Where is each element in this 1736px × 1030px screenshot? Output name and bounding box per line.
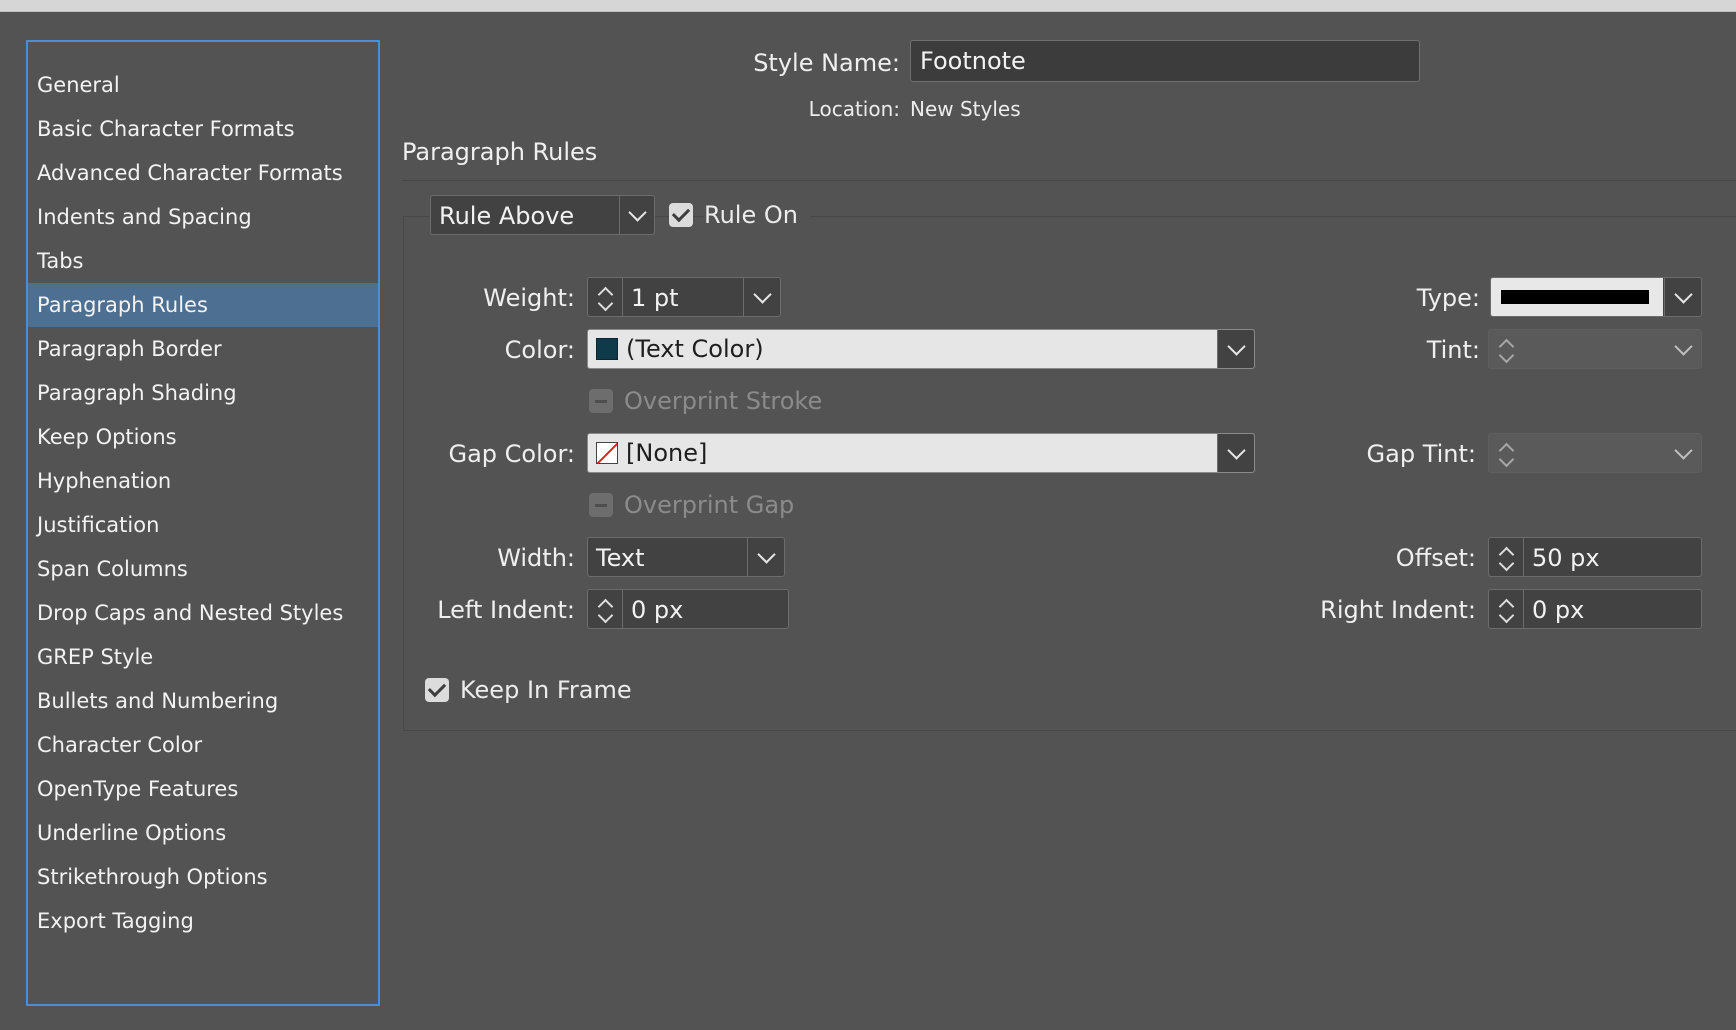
chevron-down-icon[interactable] (1217, 330, 1254, 368)
sidebar-item-strikethrough-options[interactable]: Strikethrough Options (28, 855, 378, 899)
width-label: Width: (497, 544, 575, 572)
left-indent-field[interactable]: 0 px (587, 589, 789, 629)
style-name-label: Style Name: (753, 49, 900, 77)
sidebar-item-tabs[interactable]: Tabs (28, 239, 378, 283)
dash-icon (595, 503, 607, 507)
category-list[interactable]: General Basic Character Formats Advanced… (26, 40, 380, 1006)
sidebar-item-general[interactable]: General (28, 63, 378, 107)
color-swatch-icon (596, 338, 618, 360)
width-select[interactable]: Text (587, 537, 785, 577)
overprint-gap-checkbox (589, 493, 613, 517)
right-indent-field[interactable]: 0 px (1488, 589, 1702, 629)
gap-color-value: [None] (626, 439, 708, 467)
stepper-down-icon[interactable] (1498, 607, 1514, 624)
checkmark-icon (427, 678, 447, 698)
overprint-stroke-label: Overprint Stroke (624, 387, 823, 415)
section-title: Paragraph Rules (402, 138, 598, 166)
right-indent-value: 0 px (1532, 596, 1585, 624)
sidebar-item-paragraph-border[interactable]: Paragraph Border (28, 327, 378, 371)
gap-tint-label: Gap Tint: (1366, 440, 1476, 468)
sidebar-item-keep-options[interactable]: Keep Options (28, 415, 378, 459)
keep-in-frame-label: Keep In Frame (460, 676, 632, 704)
sidebar-item-justification[interactable]: Justification (28, 503, 378, 547)
style-name-input[interactable]: Footnote (910, 40, 1420, 82)
sidebar-item-hyphenation[interactable]: Hyphenation (28, 459, 378, 503)
stepper-down-icon[interactable] (597, 295, 613, 312)
location-value: New Styles (910, 97, 1021, 121)
weight-stepper[interactable] (588, 278, 623, 316)
width-value: Text (596, 544, 645, 572)
gap-color-select[interactable]: [None] (587, 433, 1255, 473)
weight-value: 1 pt (631, 284, 679, 312)
chevron-down-icon (1665, 330, 1701, 368)
rule-on-label: Rule On (704, 199, 810, 231)
chevron-down-icon[interactable] (747, 538, 784, 576)
tint-field (1488, 329, 1702, 369)
sidebar-item-bullets-and-numbering[interactable]: Bullets and Numbering (28, 679, 378, 723)
stroke-type-select[interactable] (1490, 277, 1702, 317)
sidebar-item-span-columns[interactable]: Span Columns (28, 547, 378, 591)
stepper-down-icon[interactable] (1498, 555, 1514, 572)
overprint-gap-label: Overprint Gap (624, 491, 795, 519)
offset-field[interactable]: 50 px (1488, 537, 1702, 577)
overprint-stroke-checkbox (589, 389, 613, 413)
rule-type-value: Rule Above (439, 202, 575, 230)
type-label: Type: (1416, 284, 1480, 312)
chevron-down-icon[interactable] (743, 278, 780, 316)
sidebar-item-grep-style[interactable]: GREP Style (28, 635, 378, 679)
left-indent-stepper[interactable] (588, 590, 623, 628)
rule-type-select[interactable]: Rule Above (430, 195, 655, 235)
gap-color-label: Gap Color: (448, 440, 576, 468)
sidebar-item-export-tagging[interactable]: Export Tagging (28, 899, 378, 943)
sidebar-item-drop-caps-and-nested-styles[interactable]: Drop Caps and Nested Styles (28, 591, 378, 635)
sidebar-item-paragraph-shading[interactable]: Paragraph Shading (28, 371, 378, 415)
right-indent-label: Right Indent: (1320, 596, 1476, 624)
stepper-down-icon[interactable] (597, 607, 613, 624)
color-select[interactable]: (Text Color) (587, 329, 1255, 369)
dash-icon (595, 399, 607, 403)
right-indent-stepper[interactable] (1489, 590, 1524, 628)
tint-stepper (1489, 330, 1523, 368)
chevron-down-icon[interactable] (1664, 278, 1701, 316)
solid-line-preview (1501, 290, 1649, 304)
gap-tint-field (1488, 433, 1702, 473)
sidebar-item-character-color[interactable]: Character Color (28, 723, 378, 767)
offset-label: Offset: (1395, 544, 1476, 572)
color-label: Color: (504, 336, 575, 364)
section-divider (402, 180, 1736, 181)
window-top-edge (0, 0, 1736, 12)
sidebar-item-indents-and-spacing[interactable]: Indents and Spacing (28, 195, 378, 239)
sidebar-item-advanced-character-formats[interactable]: Advanced Character Formats (28, 151, 378, 195)
stepper-down-icon (1498, 451, 1514, 468)
location-label: Location: (808, 97, 900, 121)
chevron-down-icon[interactable] (619, 196, 654, 234)
checkmark-icon (671, 203, 691, 223)
none-swatch-icon (596, 442, 618, 464)
left-indent-label: Left Indent: (437, 596, 575, 624)
offset-stepper[interactable] (1489, 538, 1524, 576)
gap-tint-stepper (1489, 434, 1523, 472)
weight-field[interactable]: 1 pt (587, 277, 781, 317)
stepper-down-icon (1498, 347, 1514, 364)
tint-label: Tint: (1426, 336, 1480, 364)
sidebar-item-underline-options[interactable]: Underline Options (28, 811, 378, 855)
weight-label: Weight: (483, 284, 575, 312)
offset-value: 50 px (1532, 544, 1600, 572)
rule-on-checkbox[interactable] (669, 203, 693, 227)
keep-in-frame-checkbox[interactable] (425, 678, 449, 702)
chevron-down-icon[interactable] (1217, 434, 1254, 472)
sidebar-item-opentype-features[interactable]: OpenType Features (28, 767, 378, 811)
color-value: (Text Color) (626, 335, 764, 363)
chevron-down-icon (1665, 434, 1701, 472)
sidebar-item-basic-character-formats[interactable]: Basic Character Formats (28, 107, 378, 151)
sidebar-item-paragraph-rules[interactable]: Paragraph Rules (28, 283, 378, 327)
left-indent-value: 0 px (631, 596, 684, 624)
